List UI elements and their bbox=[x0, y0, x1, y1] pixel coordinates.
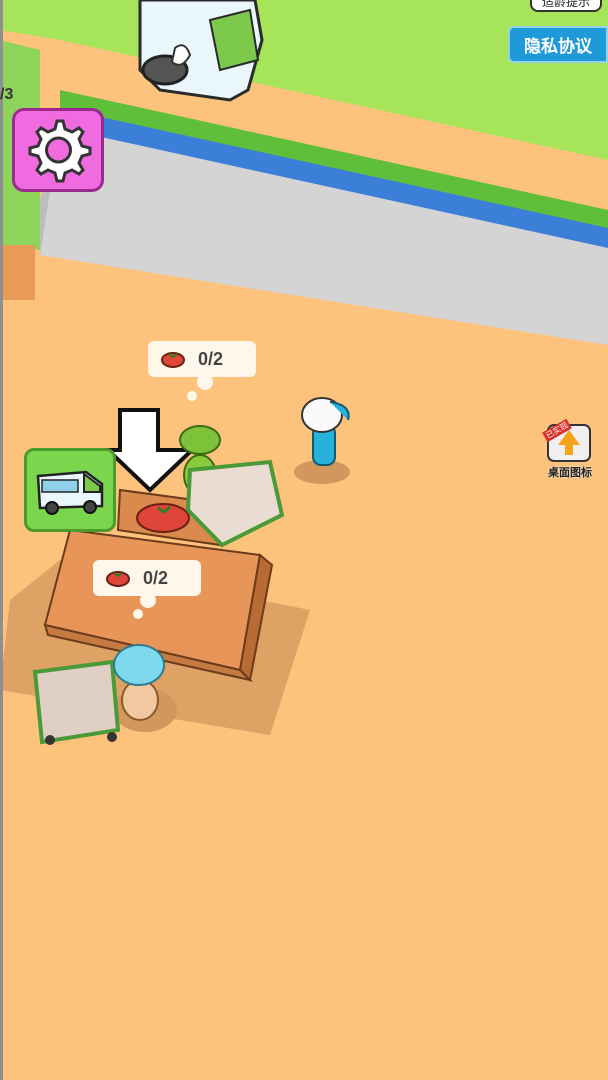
progress-counter: /3 bbox=[0, 86, 14, 103]
van-icon bbox=[36, 470, 104, 515]
left-edge bbox=[0, 0, 3, 1080]
tomato-icon bbox=[161, 352, 185, 368]
desktop-icon-label: 桌面图标 bbox=[548, 467, 592, 479]
tomato-icon bbox=[136, 503, 190, 533]
demand-bubble-top: 0/2 bbox=[148, 341, 256, 377]
van-button[interactable] bbox=[24, 448, 116, 532]
delivery-van bbox=[138, 0, 264, 102]
settings-button[interactable] bbox=[12, 108, 104, 192]
gear-icon bbox=[28, 119, 92, 183]
privacy-button[interactable]: 隐私协议 bbox=[508, 26, 608, 63]
tomato-icon bbox=[106, 571, 130, 587]
age-tip-tag[interactable]: 适龄提示 bbox=[530, 0, 602, 12]
demand-count-counter: 0/2 bbox=[143, 567, 169, 588]
demand-count-top: 0/2 bbox=[198, 348, 224, 369]
left-block bbox=[0, 245, 35, 300]
demand-bubble-counter: 0/2 bbox=[93, 560, 201, 596]
